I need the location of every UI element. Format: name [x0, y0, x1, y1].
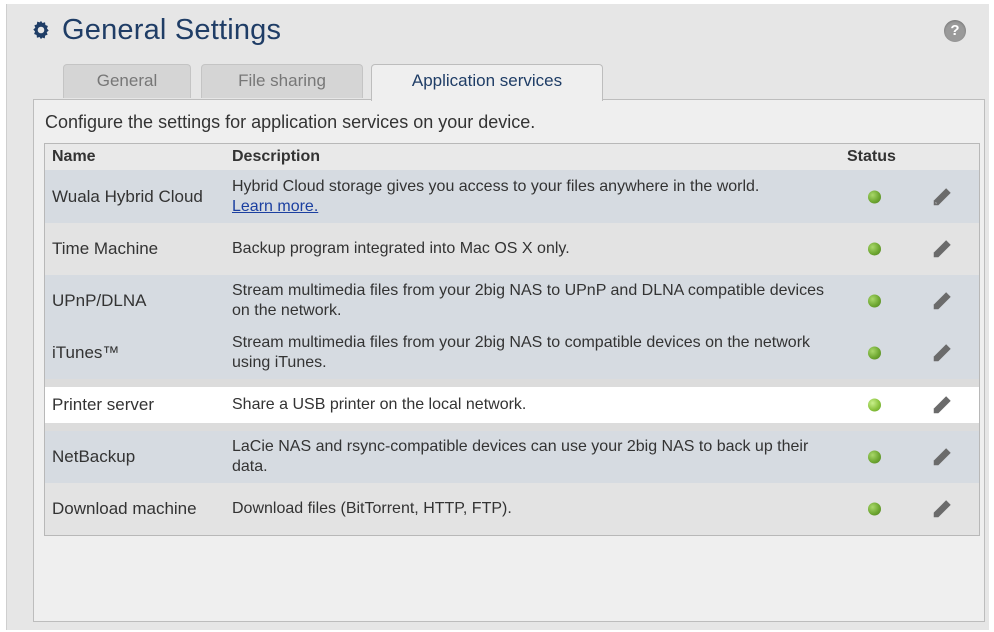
service-description-text: Hybrid Cloud storage gives you access to… [232, 177, 760, 195]
page-header: General Settings [30, 12, 281, 48]
service-description: Hybrid Cloud storage gives you access to… [232, 177, 832, 217]
service-name: Time Machine [52, 239, 159, 258]
pencil-icon[interactable] [931, 498, 953, 520]
help-icon[interactable]: ? [944, 20, 966, 42]
service-description: LaCie NAS and rsync-compatible devices c… [232, 438, 809, 475]
service-description: Download files (BitTorrent, HTTP, FTP). [232, 500, 512, 517]
table-row: UPnP/DLNA Stream multimedia files from y… [45, 275, 979, 327]
column-description: Description [232, 148, 321, 165]
gear-icon [33, 20, 49, 40]
service-description: Stream multimedia files from your 2big N… [232, 282, 824, 319]
pencil-icon[interactable] [931, 394, 953, 416]
table-row: Time Machine Backup program integrated i… [45, 223, 979, 275]
pencil-icon[interactable] [931, 186, 953, 208]
tab-application-services[interactable]: Application services [371, 64, 603, 101]
status-indicator [868, 450, 881, 464]
column-status: Status [847, 148, 896, 165]
pencil-icon[interactable] [931, 446, 953, 468]
service-name: NetBackup [52, 447, 136, 466]
status-indicator [868, 190, 881, 203]
table-row-highlighted: Printer server Share a USB printer on th… [45, 387, 979, 423]
status-indicator [868, 346, 881, 360]
service-name: Wuala Hybrid Cloud [52, 186, 203, 206]
table-header: Name Description Status [45, 144, 979, 171]
pencil-icon[interactable] [931, 342, 953, 364]
pencil-icon[interactable] [931, 238, 953, 260]
service-name: Printer server [52, 395, 155, 414]
table-row: iTunes™ Stream multimedia files from you… [45, 327, 979, 379]
status-indicator [868, 398, 881, 412]
service-description: Backup program integrated into Mac OS X … [232, 240, 570, 257]
table-row: Wuala Hybrid Cloud Hybrid Cloud storage … [45, 170, 979, 223]
panel-intro: Configure the settings for application s… [45, 112, 536, 132]
service-name: UPnP/DLNA [52, 291, 147, 310]
service-description: Share a USB printer on the local network… [232, 396, 527, 413]
pencil-icon[interactable] [931, 290, 953, 312]
column-name: Name [52, 148, 96, 165]
page-title: General Settings [62, 13, 282, 46]
status-indicator [868, 502, 881, 516]
tab-general[interactable]: General [63, 64, 191, 98]
learn-more-link[interactable]: Learn more. [232, 198, 318, 215]
status-indicator [868, 242, 881, 256]
table-row: Download machine Download files (BitTorr… [45, 483, 979, 535]
services-table: Name Description Status Wuala Hybrid Clo… [44, 143, 980, 536]
status-indicator [868, 294, 881, 308]
service-name: iTunes™ [52, 343, 120, 362]
service-name: Download machine [52, 499, 197, 518]
tab-file-sharing[interactable]: File sharing [201, 64, 363, 98]
table-row: NetBackup LaCie NAS and rsync-compatible… [45, 431, 979, 483]
service-description: Stream multimedia files from your 2big N… [232, 334, 811, 371]
